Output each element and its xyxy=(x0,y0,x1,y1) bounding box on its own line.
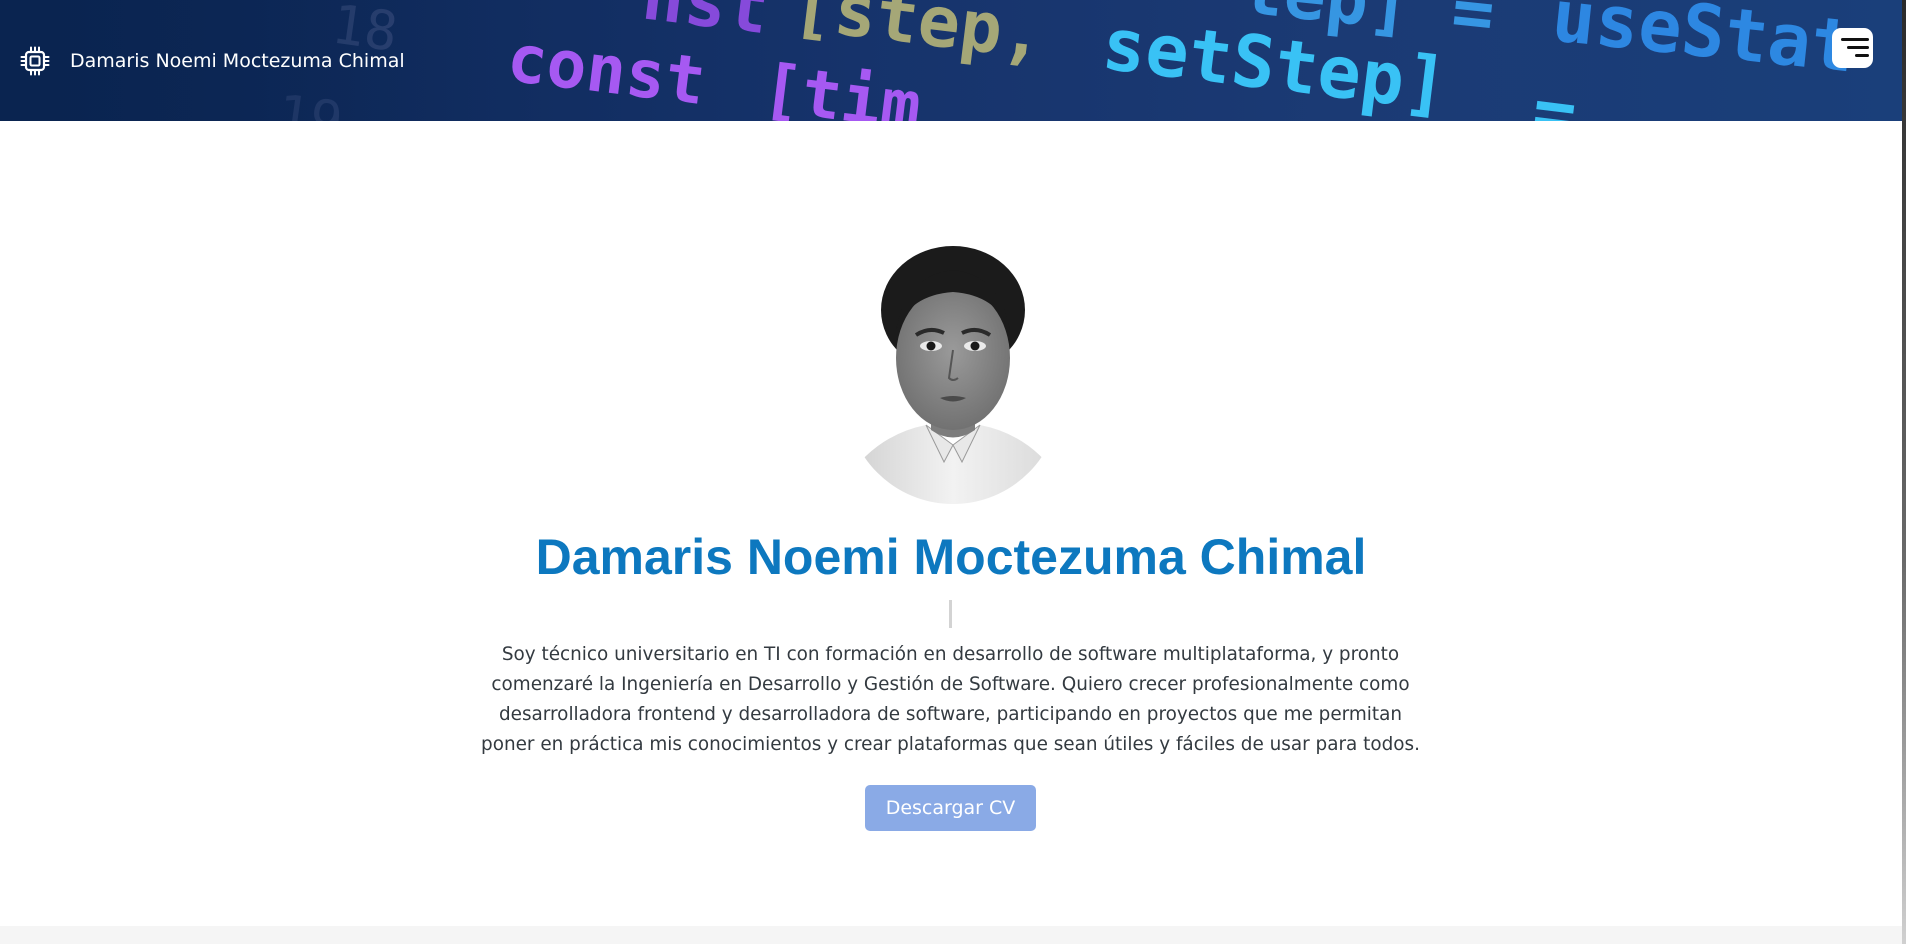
avatar xyxy=(846,240,1060,504)
hero-title: Damaris Noemi Moctezuma Chimal xyxy=(535,529,1367,585)
brand[interactable]: Damaris Noemi Moctezuma Chimal xyxy=(19,45,405,77)
menu-icon xyxy=(1847,46,1869,49)
divider xyxy=(949,600,952,628)
window-edge xyxy=(1902,0,1906,944)
page: 18 19 nst [step, tep] = useStat const [t… xyxy=(0,0,1906,944)
profile-photo xyxy=(846,240,1060,504)
header: 18 19 nst [step, tep] = useStat const [t… xyxy=(0,0,1902,121)
brand-name: Damaris Noemi Moctezuma Chimal xyxy=(70,50,405,72)
chip-icon xyxy=(20,46,50,76)
download-cv-button[interactable]: Descargar CV xyxy=(865,785,1036,831)
menu-button[interactable] xyxy=(1832,28,1873,68)
next-section-band xyxy=(0,926,1902,944)
hero-description: Soy técnico universitario en TI con form… xyxy=(481,644,1420,755)
menu-icon xyxy=(1841,38,1869,41)
menu-icon xyxy=(1855,54,1869,57)
